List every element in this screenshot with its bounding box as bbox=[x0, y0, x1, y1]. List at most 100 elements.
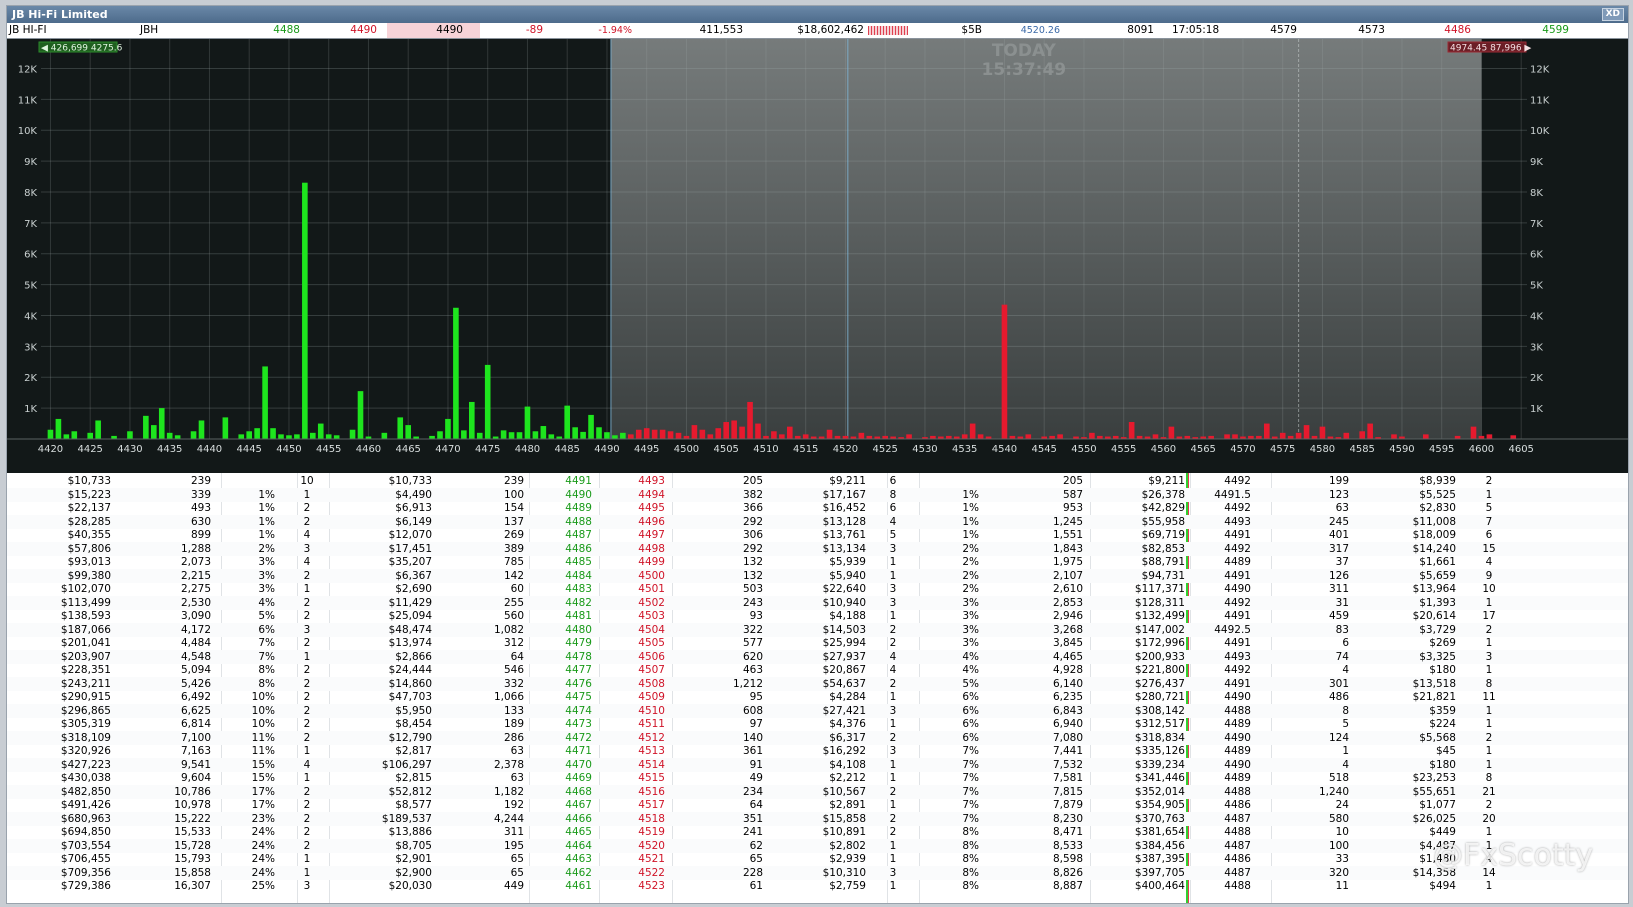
sell-volume-bar[interactable] bbox=[628, 434, 634, 439]
buy-volume-bar[interactable] bbox=[158, 408, 165, 439]
table-row[interactable]: $694,850 15,533 24% 2 $13,886 311 4465 4519 241 $… bbox=[7, 825, 1628, 839]
buy-volume-bar[interactable] bbox=[63, 434, 70, 439]
sell-volume-bar[interactable] bbox=[1128, 422, 1135, 439]
buy-volume-bar[interactable] bbox=[151, 425, 157, 439]
buy-volume-bar[interactable] bbox=[588, 414, 594, 439]
table-row[interactable]: $10,733 239 10 $10,733 239 4491 4493 205 $9,211 6… bbox=[7, 474, 1628, 488]
buy-volume-bar[interactable] bbox=[397, 417, 404, 439]
table-row[interactable]: $729,386 16,307 25% 3 $20,030 449 4461 4523 61 $2… bbox=[7, 879, 1628, 893]
stock-code[interactable]: JBH bbox=[140, 23, 158, 38]
table-row[interactable]: $296,865 6,625 10% 2 $5,950 133 4474 4510 608 $27… bbox=[7, 703, 1628, 718]
sell-volume-bar[interactable] bbox=[643, 428, 650, 439]
table-row[interactable]: $22,137 493 1% 2 $6,913 154 4489 4495 366 $16,452… bbox=[7, 501, 1628, 515]
sell-volume-bar[interactable] bbox=[1279, 432, 1286, 439]
buy-volume-bar[interactable] bbox=[357, 391, 364, 439]
sell-volume-bar[interactable] bbox=[858, 432, 865, 439]
buy-volume-bar[interactable] bbox=[166, 432, 173, 439]
sell-volume-bar[interactable] bbox=[715, 428, 722, 439]
stock-name[interactable]: JB HI-FI bbox=[9, 23, 47, 38]
sell-volume-bar[interactable] bbox=[977, 434, 984, 439]
buy-volume-bar[interactable] bbox=[604, 432, 610, 439]
buy-volume-bar[interactable] bbox=[302, 182, 308, 440]
buy-volume-bar[interactable] bbox=[453, 307, 459, 439]
sell-volume-bar[interactable] bbox=[1319, 426, 1326, 439]
buy-volume-bar[interactable] bbox=[87, 432, 93, 439]
sell-volume-bar[interactable] bbox=[1470, 426, 1477, 439]
table-row[interactable]: $680,963 15,222 23% 2 $189,537 4,244 4466 4518 3… bbox=[7, 811, 1628, 826]
table-row[interactable]: $305,319 6,814 10% 2 $8,454 189 4473 4511 97 $4,3… bbox=[7, 717, 1628, 731]
table-row[interactable]: $28,285 630 1% 2 $6,149 137 4488 4496 292 $13,128… bbox=[7, 514, 1628, 529]
buy-volume-bar[interactable] bbox=[405, 425, 411, 439]
buy-volume-bar[interactable] bbox=[381, 432, 388, 439]
sell-volume-bar[interactable] bbox=[1168, 426, 1175, 439]
table-row[interactable]: $482,850 10,786 17% 2 $52,812 1,182 4468 4516 23… bbox=[7, 784, 1628, 799]
sell-volume-bar[interactable] bbox=[1359, 431, 1365, 439]
sell-volume-bar[interactable] bbox=[731, 420, 737, 439]
sell-volume-bar[interactable] bbox=[739, 426, 745, 439]
buy-volume-bar[interactable] bbox=[532, 431, 539, 439]
buy-volume-bar[interactable] bbox=[278, 434, 284, 439]
buy-volume-bar[interactable] bbox=[437, 431, 443, 439]
buy-volume-bar[interactable] bbox=[294, 434, 300, 439]
table-row[interactable]: $320,926 7,163 11% 1 $2,817 63 4471 4513 361 $16,… bbox=[7, 744, 1628, 758]
sell-volume-bar[interactable] bbox=[635, 429, 642, 439]
sell-volume-bar[interactable] bbox=[961, 434, 968, 439]
buy-volume-bar[interactable] bbox=[524, 406, 531, 439]
table-row[interactable]: $15,223 339 1% 1 $4,490 100 4490 4494 382 $17,167… bbox=[7, 487, 1628, 502]
buy-volume-bar[interactable] bbox=[620, 432, 626, 439]
buy-volume-bar[interactable] bbox=[71, 431, 78, 439]
buy-volume-bar[interactable] bbox=[127, 431, 133, 439]
sell-volume-bar[interactable] bbox=[747, 401, 753, 439]
table-row[interactable]: $290,915 6,492 10% 2 $47,703 1,066 4475 4509 95 $… bbox=[7, 690, 1628, 704]
sell-volume-bar[interactable] bbox=[826, 429, 833, 439]
buy-volume-bar[interactable] bbox=[333, 435, 340, 439]
buy-volume-bar[interactable] bbox=[254, 428, 260, 439]
sell-volume-bar[interactable] bbox=[1224, 434, 1230, 439]
buy-volume-bar[interactable] bbox=[580, 431, 586, 439]
buy-volume-bar[interactable] bbox=[548, 434, 555, 439]
sell-volume-bar[interactable] bbox=[1001, 304, 1008, 439]
sell-volume-bar[interactable] bbox=[1089, 432, 1095, 439]
buy-volume-bar[interactable] bbox=[469, 401, 475, 439]
sell-volume-bar[interactable] bbox=[1486, 434, 1493, 439]
buy-volume-bar[interactable] bbox=[461, 430, 467, 439]
buy-volume-bar[interactable] bbox=[238, 434, 245, 439]
table-row[interactable]: $318,109 7,100 11% 2 $12,790 286 4472 4512 140 $6… bbox=[7, 730, 1628, 745]
table-row[interactable]: $203,907 4,548 7% 1 $2,866 64 4478 4506 620 $27,9… bbox=[7, 649, 1628, 664]
sell-volume-bar[interactable] bbox=[802, 434, 809, 439]
buy-volume-bar[interactable] bbox=[198, 420, 205, 439]
sell-volume-bar[interactable] bbox=[707, 434, 714, 439]
sell-volume-bar[interactable] bbox=[1367, 423, 1373, 439]
table-row[interactable]: $228,351 5,094 8% 2 $24,444 546 4477 4507 463 $20… bbox=[7, 663, 1628, 677]
sell-volume-bar[interactable] bbox=[667, 431, 674, 439]
buy-volume-bar[interactable] bbox=[500, 430, 507, 439]
buy-volume-bar[interactable] bbox=[143, 415, 149, 439]
table-row[interactable]: $57,806 1,288 2% 3 $17,451 389 4486 4498 292 $13,… bbox=[7, 541, 1628, 556]
sell-volume-bar[interactable] bbox=[1264, 423, 1270, 439]
sell-volume-bar[interactable] bbox=[723, 422, 729, 439]
table-row[interactable]: $430,038 9,604 15% 1 $2,815 63 4469 4515 49 $2,21… bbox=[7, 771, 1628, 785]
sell-volume-bar[interactable] bbox=[651, 429, 658, 439]
sell-volume-bar[interactable] bbox=[1232, 434, 1238, 439]
sell-volume-bar[interactable] bbox=[1510, 435, 1517, 439]
table-row[interactable]: $102,070 2,275 3% 1 $2,690 60 4483 4501 503 $22,6… bbox=[7, 582, 1628, 596]
table-row[interactable]: $243,211 5,426 8% 2 $14,860 332 4476 4508 1,212 $… bbox=[7, 676, 1628, 691]
sell-volume-bar[interactable] bbox=[969, 423, 976, 439]
buy-volume-bar[interactable] bbox=[445, 418, 451, 439]
buy-volume-bar[interactable] bbox=[222, 417, 229, 439]
buy-volume-bar[interactable] bbox=[612, 435, 618, 439]
buy-volume-bar[interactable] bbox=[508, 432, 515, 439]
volume-at-price-chart[interactable]: 1K 1K 2K 2K 3K 3K 4K 4K 5K 5K 6K 6K 7K 7K 8K 8K 9K 9K 10K 1… bbox=[7, 39, 1628, 473]
buy-volume-bar[interactable] bbox=[540, 426, 547, 439]
sell-volume-bar[interactable] bbox=[1152, 434, 1159, 439]
table-row[interactable]: $187,066 4,172 6% 3 $48,474 1,082 4480 4504 322 $… bbox=[7, 622, 1628, 637]
sell-volume-bar[interactable] bbox=[1343, 432, 1350, 439]
buy-volume-bar[interactable] bbox=[349, 429, 356, 439]
table-row[interactable]: $99,380 2,215 3% 2 $6,367 142 4484 4500 132 $5,94… bbox=[7, 568, 1628, 583]
buy-volume-bar[interactable] bbox=[310, 432, 316, 439]
buy-volume-bar[interactable] bbox=[484, 364, 491, 439]
table-row[interactable]: $427,223 9,541 15% 4 $106,297 2,378 4470 4514 91… bbox=[7, 757, 1628, 772]
sell-volume-bar[interactable] bbox=[771, 431, 777, 439]
sell-volume-bar[interactable] bbox=[675, 432, 682, 439]
buy-volume-bar[interactable] bbox=[262, 366, 268, 439]
